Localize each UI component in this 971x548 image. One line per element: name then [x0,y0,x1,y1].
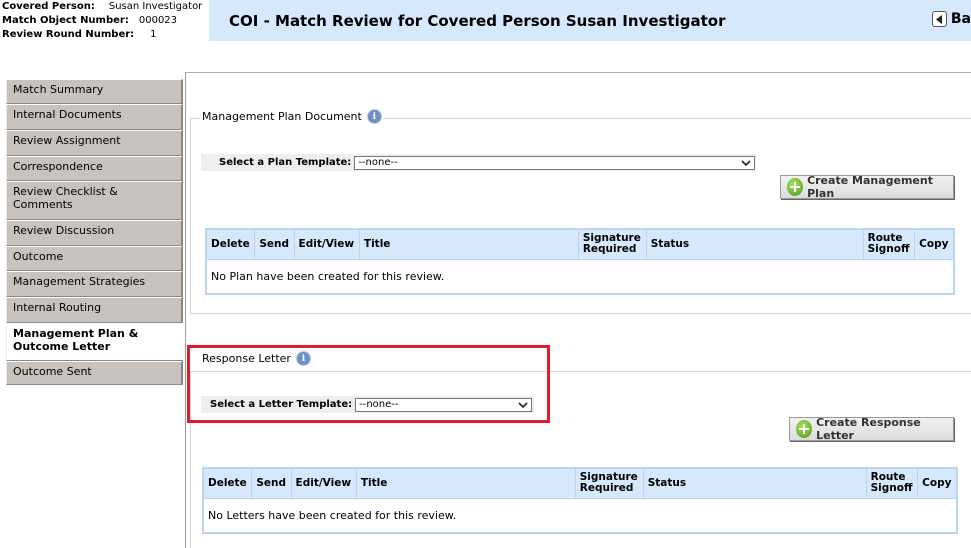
plus-icon: + [796,419,813,438]
col-send: Send [251,467,292,499]
table-row: No Plan have been created for this revie… [205,258,955,294]
col-route-signoff: Route Signoff [865,467,919,499]
plan-table-header: Delete Send Edit/View Title Signature Re… [205,228,955,260]
letter-template-row: Select a Letter Template: --none-- [201,396,534,413]
match-object-row: Match Object Number: 000023 [2,14,208,28]
review-info: Covered Person: Susan Investigator Match… [2,0,208,42]
col-signature-required: Signature Required [574,467,644,499]
col-delete: Delete [205,228,256,260]
plus-icon: + [787,177,804,196]
create-response-letter-label: Create Response Letter [816,416,921,442]
sidebar-item-review-checklist[interactable]: Review Checklist & Comments [6,181,183,220]
sidebar-item-internal-documents[interactable]: Internal Documents [6,104,183,130]
letter-template-value: --none-- [359,399,399,410]
table-row: No Letters have been created for this re… [202,497,958,533]
chevron-down-icon [518,401,528,408]
header-divider [186,72,971,73]
plan-template-select[interactable]: --none-- [354,155,756,170]
letter-empty-message: No Letters have been created for this re… [202,497,958,533]
sidebar-item-outcome-sent[interactable]: Outcome Sent [6,361,183,385]
plan-empty-message: No Plan have been created for this revie… [205,258,955,294]
col-edit-view: Edit/View [290,467,357,499]
covered-person-row: Covered Person: Susan Investigator [2,0,208,14]
plan-template-label: Select a Plan Template: [219,157,352,168]
create-management-plan-label: Create Management Plan [807,174,933,200]
sidebar-item-management-strategies[interactable]: Management Strategies [6,271,183,297]
page-title: COI - Match Review for Covered Person Su… [229,12,726,30]
col-send: Send [254,228,295,260]
col-edit-view: Edit/View [293,228,360,260]
sidebar-item-outcome[interactable]: Outcome [6,246,183,271]
sidebar-item-match-summary[interactable]: Match Summary [6,79,183,104]
covered-person-value: Susan Investigator [108,1,203,12]
back-button[interactable]: Ba [931,11,971,27]
col-delete: Delete [202,467,253,499]
plan-table: Delete Send Edit/View Title Signature Re… [205,228,955,295]
col-title: Title [358,228,579,260]
sidebar-item-review-assignment[interactable]: Review Assignment [6,130,183,156]
response-letter-title-text: Response Letter [202,352,291,365]
back-label: Ba [950,11,971,27]
management-plan-title: Management Plan Document i [200,110,383,123]
sidebar-nav: Match Summary Internal Documents Review … [5,72,186,548]
info-icon[interactable]: i [296,352,310,365]
review-round-label: Review Round Number: [2,29,135,40]
col-status: Status [642,467,867,499]
review-round-row: Review Round Number: 1 [2,28,208,42]
letter-table-header: Delete Send Edit/View Title Signature Re… [202,467,958,499]
match-object-label: Match Object Number: [2,15,129,26]
plan-template-row: Select a Plan Template: --none-- [201,154,756,171]
info-icon[interactable]: i [367,110,381,123]
letter-table: Delete Send Edit/View Title Signature Re… [202,467,958,534]
create-response-letter-button[interactable]: + Create Response Letter [789,416,954,442]
sidebar-item-management-plan[interactable]: Management Plan & Outcome Letter [6,323,183,361]
response-letter-title: Response Letter i [200,352,312,365]
sidebar-item-internal-routing[interactable]: Internal Routing [6,297,183,323]
covered-person-label: Covered Person: [2,1,95,12]
match-object-value: 000023 [138,15,178,26]
plan-template-value: --none-- [358,157,398,168]
page-header: COI - Match Review for Covered Person Su… [209,0,971,41]
col-status: Status [645,228,864,260]
sidebar-item-correspondence[interactable]: Correspondence [6,156,183,181]
letter-template-label: Select a Letter Template: [210,399,353,410]
col-title: Title [355,467,576,499]
sidebar-item-review-discussion[interactable]: Review Discussion [6,220,183,246]
management-plan-title-text: Management Plan Document [202,110,362,123]
review-round-value: 1 [150,29,157,40]
create-management-plan-button[interactable]: + Create Management Plan [780,174,954,200]
col-copy: Copy [917,467,958,499]
col-route-signoff: Route Signoff [862,228,916,260]
letter-template-select[interactable]: --none-- [355,397,533,412]
col-copy: Copy [914,228,955,260]
col-signature-required: Signature Required [577,228,647,260]
chevron-down-icon [741,159,751,166]
back-arrow-icon [931,11,947,27]
